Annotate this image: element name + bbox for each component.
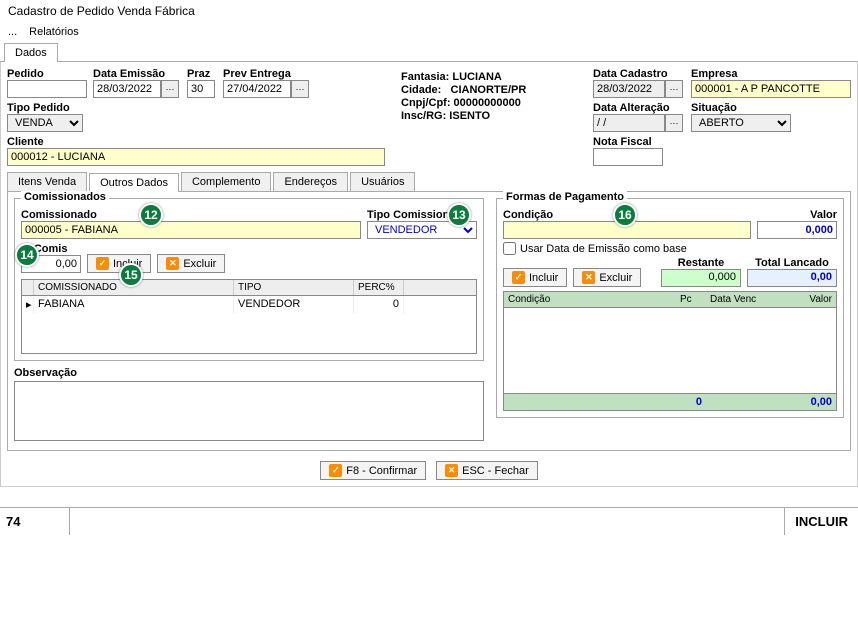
tab-itens-venda[interactable]: Itens Venda: [7, 172, 87, 191]
comissionado-input[interactable]: [21, 221, 361, 239]
comis-grid-row[interactable]: ▸ FABIANA VENDEDOR 0: [22, 296, 476, 313]
comis-incluir-button[interactable]: ✓Incluir: [87, 254, 151, 273]
observacao-label: Observação: [14, 367, 77, 379]
footer-buttons: ✓F8 - Confirmar ✕ESC - Fechar: [7, 461, 851, 480]
status-right: INCLUIR: [784, 508, 858, 535]
menu-bar: ... Relatórios: [0, 22, 858, 42]
tab-complemento[interactable]: Complemento: [181, 172, 271, 191]
check-icon: ✓: [512, 271, 525, 284]
pagamento-group: Formas de Pagamento Condição 16 Valor Us…: [496, 198, 844, 418]
tipo-comissionado-label: Tipo Comissionado: [367, 209, 477, 221]
prev-entrega-label: Prev Entrega: [223, 68, 311, 80]
data-cadastro-input: [593, 80, 665, 98]
pag-grid-h1: Condição: [504, 292, 676, 307]
x-icon: ✕: [582, 271, 595, 284]
tipo-comissionado-select[interactable]: VENDEDOR: [367, 221, 477, 239]
main-tab-strip: Dados: [0, 42, 858, 62]
cnpj-line: Cnpj/Cpf: 00000000000: [401, 97, 579, 109]
tab-dados[interactable]: Dados: [4, 43, 58, 62]
nota-fiscal-label: Nota Fiscal: [593, 136, 663, 148]
condicao-label: Condição: [503, 209, 751, 221]
comis-excluir-button[interactable]: ✕Excluir: [157, 254, 225, 273]
pag-excluir-button[interactable]: ✕Excluir: [573, 268, 641, 287]
sub-tabs: Itens Venda Outros Dados Complemento End…: [7, 172, 851, 192]
pag-foot-left: 0: [676, 394, 706, 410]
tipo-pedido-label: Tipo Pedido: [7, 102, 83, 114]
condicao-input[interactable]: [503, 221, 751, 239]
form-body: Pedido Data Emissão ··· Praz Prev Entreg…: [0, 62, 858, 487]
valor-label: Valor: [757, 209, 837, 221]
valor-input[interactable]: [757, 221, 837, 239]
data-cadastro-picker[interactable]: ···: [665, 80, 683, 98]
comis-grid: COMISSIONADO TIPO PERC% ▸ FABIANA VENDED…: [21, 279, 477, 354]
header-row: Pedido Data Emissão ··· Praz Prev Entreg…: [7, 68, 851, 166]
praz-input[interactable]: [187, 80, 215, 98]
data-alteracao-input: [593, 114, 665, 132]
pagamento-title: Formas de Pagamento: [503, 191, 627, 203]
window-title: Cadastro de Pedido Venda Fábrica: [0, 0, 858, 22]
comissionados-group: Comissionados Comissionado 12 Tipo Comis…: [14, 198, 484, 361]
tab-enderecos[interactable]: Endereços: [273, 172, 348, 191]
menu-ellipsis[interactable]: ...: [8, 26, 17, 38]
data-cadastro-label: Data Cadastro: [593, 68, 685, 80]
comis-grid-h2: TIPO: [234, 280, 354, 295]
pag-grid-h2: Pc: [676, 292, 706, 307]
total-lancado-label: Total Lancado: [747, 257, 837, 269]
status-bar: 74 INCLUIR: [0, 507, 858, 535]
tipo-pedido-select[interactable]: VENDA: [7, 114, 83, 132]
comis-grid-h1: COMISSIONADO: [34, 280, 234, 295]
x-icon: ✕: [166, 257, 179, 270]
prev-entrega-input[interactable]: [223, 80, 291, 98]
comissionado-label: Comissionado: [21, 209, 361, 221]
praz-label: Praz: [187, 68, 217, 80]
tab-outros-dados[interactable]: Outros Dados: [89, 173, 179, 192]
total-lancado-value: 0,00: [747, 269, 837, 287]
restante-value: 0,000: [661, 269, 741, 287]
pedido-input[interactable]: [7, 80, 87, 98]
usar-data-checkbox[interactable]: [503, 242, 516, 255]
x-icon: ✕: [445, 464, 458, 477]
pag-grid-h4: Valor: [776, 292, 836, 307]
tab-usuarios[interactable]: Usuários: [350, 172, 415, 191]
pct-comis-input[interactable]: [21, 255, 81, 273]
nota-fiscal-input[interactable]: [593, 148, 663, 166]
comis-grid-h3: PERC%: [354, 280, 404, 295]
pag-incluir-button[interactable]: ✓Incluir: [503, 268, 567, 287]
fechar-button[interactable]: ✕ESC - Fechar: [436, 461, 538, 480]
cliente-input[interactable]: [7, 148, 385, 166]
check-icon: ✓: [96, 257, 109, 270]
status-left: 74: [0, 508, 70, 535]
empresa-input[interactable]: [691, 80, 851, 98]
observacao-textarea[interactable]: [14, 381, 484, 441]
insc-line: Insc/RG: ISENTO: [401, 110, 579, 122]
cliente-label: Cliente: [7, 136, 385, 148]
pedido-label: Pedido: [7, 68, 87, 80]
data-alteracao-picker[interactable]: ···: [665, 114, 683, 132]
confirmar-button[interactable]: ✓F8 - Confirmar: [320, 461, 426, 480]
comissionados-title: Comissionados: [21, 191, 109, 203]
usar-data-label: Usar Data de Emissão como base: [520, 243, 687, 255]
data-emissao-label: Data Emissão: [93, 68, 181, 80]
check-icon: ✓: [329, 464, 342, 477]
restante-label: Restante: [661, 257, 741, 269]
menu-relatorios[interactable]: Relatórios: [29, 26, 79, 38]
situacao-select[interactable]: ABERTO: [691, 114, 791, 132]
data-emissao-picker[interactable]: ···: [161, 80, 179, 98]
pagamento-grid: Condição Pc Data Venc Valor 0 0,00: [503, 291, 837, 411]
situacao-label: Situação: [691, 102, 791, 114]
data-alteracao-label: Data Alteração: [593, 102, 685, 114]
empresa-label: Empresa: [691, 68, 851, 80]
cidade-line: Cidade: CIANORTE/PR: [401, 84, 579, 96]
pag-grid-h3: Data Venc: [706, 292, 776, 307]
data-emissao-input[interactable]: [93, 80, 161, 98]
panel-outros-dados: Comissionados Comissionado 12 Tipo Comis…: [7, 192, 851, 451]
prev-entrega-picker[interactable]: ···: [291, 80, 309, 98]
pag-foot-right: 0,00: [776, 394, 836, 410]
fantasia-line: Fantasia: LUCIANA: [401, 71, 579, 83]
pct-comis-label: % Comis: [21, 243, 81, 255]
